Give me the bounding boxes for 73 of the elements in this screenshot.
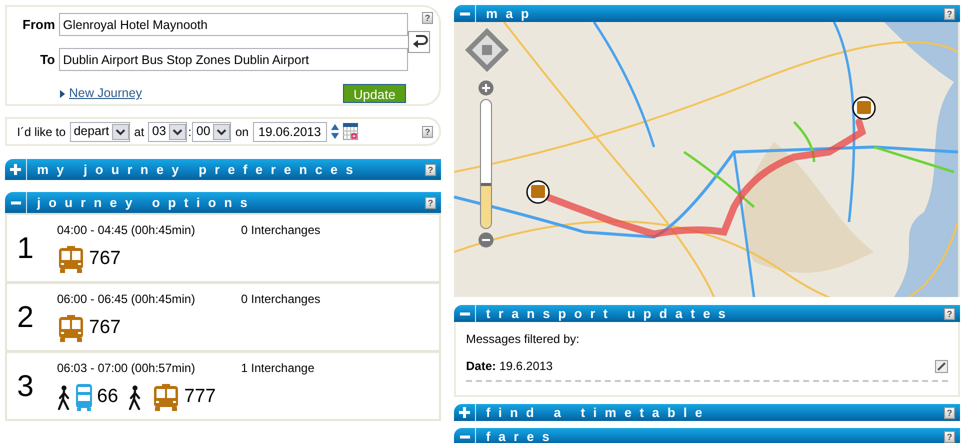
- edit-icon[interactable]: [935, 360, 948, 372]
- interchange-count: 0 Interchanges: [241, 222, 320, 239]
- panel-title: map: [485, 4, 538, 23]
- route-number: 66: [97, 385, 118, 409]
- expand-icon[interactable]: [10, 164, 21, 175]
- filter-intro: Messages filtered by:: [466, 331, 580, 348]
- time-separator: :: [188, 124, 192, 140]
- field-label: To: [39, 50, 55, 69]
- help-icon[interactable]: ?: [944, 430, 955, 442]
- coach-icon: [152, 384, 180, 411]
- journey-option-row[interactable]: 1 04:00 - 04:45 (00h:45min) 0 Interchanges 767: [7, 215, 439, 281]
- walking-person-icon: [57, 384, 71, 410]
- journey-times: 06:00 - 06:45 (00h:45min): [57, 291, 196, 308]
- panel-header[interactable]: map ?: [454, 5, 960, 22]
- to-field[interactable]: Dublin Airport Bus Stop Zones Dublin Airport: [59, 48, 408, 71]
- help-icon[interactable]: ?: [422, 12, 433, 24]
- update-button[interactable]: Update: [343, 84, 406, 103]
- coach-icon: [57, 314, 85, 342]
- option-number: 1: [16, 230, 35, 266]
- time-label: I´d like to: [17, 124, 66, 140]
- interchange-count: 1 Interchange: [241, 360, 314, 377]
- zoom-level-fill[interactable]: [481, 183, 491, 228]
- route-number: 767: [89, 316, 121, 340]
- caret-icon[interactable]: [112, 124, 130, 140]
- field-label: From: [22, 16, 55, 34]
- coach-icon: [57, 246, 85, 273]
- panel-title: my journey preferences: [36, 160, 362, 179]
- expand-icon[interactable]: [459, 407, 470, 418]
- spinner-icon[interactable]: [330, 123, 339, 140]
- mode-select[interactable]: depart: [70, 122, 130, 142]
- help-icon[interactable]: ?: [422, 126, 433, 138]
- help-icon[interactable]: ?: [944, 8, 955, 20]
- new-journey-link[interactable]: New Journey: [69, 84, 142, 103]
- panel-title: fares: [485, 428, 558, 443]
- calendar-icon[interactable]: [342, 123, 358, 140]
- help-icon[interactable]: ?: [425, 196, 436, 208]
- help-icon[interactable]: ?: [944, 308, 955, 320]
- panel-header[interactable]: journey options ?: [5, 192, 441, 213]
- walking-person-icon: [128, 384, 142, 410]
- option-number: 2: [16, 300, 35, 336]
- time-label: at: [134, 124, 144, 140]
- caret-icon[interactable]: [169, 124, 186, 140]
- zoom-in-icon[interactable]: [478, 80, 494, 96]
- panel-title: transport updates: [485, 304, 735, 323]
- hour-select[interactable]: 03: [148, 122, 188, 142]
- journey-option-row[interactable]: 3 06:03 - 07:00 (00h:57min) 1 Interchange 66 777: [7, 353, 439, 419]
- panel-title: journey options: [36, 194, 256, 212]
- panel-header[interactable]: find a timetable ?: [454, 404, 960, 421]
- zoom-out-icon[interactable]: [478, 232, 494, 248]
- panel-header[interactable]: fares ?: [454, 428, 960, 443]
- zoom-slider[interactable]: [480, 99, 492, 229]
- journey-option-row[interactable]: 2 06:00 - 06:45 (00h:45min) 0 Interchanges 767: [7, 284, 439, 350]
- panel-header[interactable]: transport updates ?: [454, 305, 960, 322]
- route-number: 767: [89, 247, 121, 271]
- journey-times: 06:03 - 07:00 (00h:57min): [57, 360, 196, 377]
- from-field[interactable]: Glenroyal Hotel Maynooth: [59, 13, 408, 36]
- route-number: 777: [184, 385, 216, 409]
- panel-title: find a timetable: [485, 404, 712, 422]
- bus-icon: [75, 384, 93, 411]
- swap-icon[interactable]: [408, 31, 430, 53]
- help-icon[interactable]: ?: [425, 164, 436, 176]
- date-field[interactable]: 19.06.2013: [252, 122, 327, 142]
- panel-header[interactable]: my journey preferences ?: [5, 159, 441, 180]
- help-icon[interactable]: ?: [944, 406, 955, 418]
- date-filter: Date: 19.6.2013: [466, 358, 553, 375]
- pan-control-icon[interactable]: [464, 27, 510, 73]
- interchange-count: 0 Interchanges: [241, 291, 320, 308]
- arrow-icon: [60, 90, 66, 98]
- time-label: on: [235, 124, 249, 140]
- journey-times: 04:00 - 04:45 (00h:45min): [57, 222, 196, 239]
- option-number: 3: [16, 368, 35, 404]
- minute-select[interactable]: 00: [192, 122, 232, 142]
- caret-icon[interactable]: [213, 124, 230, 140]
